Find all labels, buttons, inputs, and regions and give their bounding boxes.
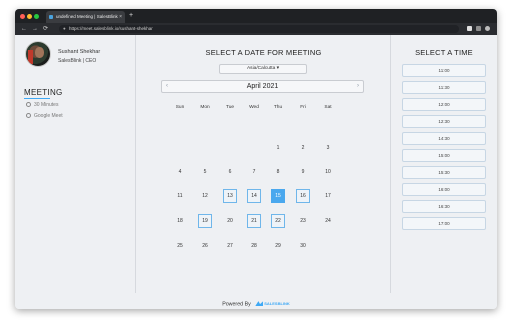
salesblink-logo[interactable]: SALESBLINK [255, 301, 290, 307]
host-title: SalesBlink | CEO [58, 58, 97, 64]
month-label: April 2021 [246, 83, 279, 90]
available-date[interactable]: 22 [271, 214, 285, 228]
profile-icon[interactable] [485, 26, 490, 31]
extension-icon[interactable] [467, 26, 472, 31]
calendar-date: 8 [276, 169, 280, 175]
powered-by-label: Powered By [222, 301, 251, 308]
booking-page: Sushant Shekhar SalesBlink | CEO MEETING… [15, 35, 497, 309]
time-slot-button[interactable]: 15:30 [402, 166, 486, 179]
extension-icon[interactable] [476, 26, 481, 31]
calendar-date: 25 [177, 243, 183, 249]
timezone-value: Asia/Calcutta [246, 66, 276, 71]
duration-label: 30 Minutes [34, 102, 59, 108]
next-month-button[interactable]: › [354, 83, 362, 89]
location-row: Google Meet [26, 113, 63, 119]
calendar-date: 12 [202, 193, 208, 199]
calendar-date: 2 [301, 145, 305, 151]
address-bar-url: https://meet.salesblink.io/sushant-shekh… [69, 26, 153, 31]
powered-by-footer: Powered By SALESBLINK [15, 301, 497, 307]
minimize-window-button[interactable] [27, 14, 32, 19]
time-slot-button[interactable]: 12:30 [402, 115, 486, 128]
calendar-date: 1 [276, 145, 280, 151]
weekday-label: Mon [200, 105, 210, 110]
calendar-date: 26 [202, 243, 208, 249]
calendar-date: 28 [251, 243, 257, 249]
weekday-label: Fri [300, 105, 306, 110]
avatar [25, 41, 51, 67]
close-window-button[interactable] [20, 14, 25, 19]
calendar-panel: SELECT A DATE FOR MEETING Asia/Calcutta … [136, 35, 391, 293]
calendar-date: 29 [275, 243, 281, 249]
available-date[interactable]: 19 [198, 214, 212, 228]
weekday-label: Sat [324, 105, 332, 110]
timezone-select[interactable]: Asia/Calcutta ▾ [219, 64, 307, 74]
calendar-date: 27 [227, 243, 233, 249]
calendar-date: 6 [228, 169, 232, 175]
favicon-icon [49, 15, 53, 19]
calendar-date: 20 [227, 218, 233, 224]
time-slot-button[interactable]: 12:00 [402, 98, 486, 111]
time-slot-button[interactable]: 17:00 [402, 217, 486, 230]
available-date[interactable]: 14 [247, 189, 261, 203]
available-date[interactable]: 16 [296, 189, 310, 203]
tab-title: undefined Meeting | SalesBlink [56, 14, 118, 19]
calendar-date: 3 [326, 145, 330, 151]
location-icon [26, 113, 31, 119]
time-heading: SELECT A TIME [415, 48, 473, 57]
host-name: Sushant Shekhar [58, 49, 101, 55]
reload-icon[interactable]: ⟳ [43, 25, 48, 33]
divider [24, 98, 50, 99]
calendar-date: 23 [300, 218, 306, 224]
weekday-label: Sun [175, 105, 185, 110]
calendar-date: 18 [177, 218, 183, 224]
clock-icon [26, 102, 31, 108]
calendar-date: 30 [300, 243, 306, 249]
brand-name: SALESBLINK [264, 301, 290, 307]
month-navigator: ‹ April 2021 › [161, 80, 364, 93]
chevron-down-icon: ▾ [276, 66, 280, 71]
address-bar[interactable]: ● https://meet.salesblink.io/sushant-she… [59, 25, 459, 33]
time-slot-button[interactable]: 16:30 [402, 200, 486, 213]
time-slot-button[interactable]: 16:00 [402, 183, 486, 196]
location-label: Google Meet [34, 113, 63, 119]
calendar-date: 7 [252, 169, 256, 175]
time-panel: SELECT A TIME 11:00 11:30 12:00 12:30 14:30 1… [391, 35, 497, 293]
weekday-label: Tue [225, 105, 235, 110]
weekday-label: Thu [273, 105, 283, 110]
time-slot-button[interactable]: 15:00 [402, 149, 486, 162]
calendar-date: 17 [325, 193, 331, 199]
back-icon[interactable]: ← [21, 25, 27, 33]
forward-icon[interactable]: → [32, 25, 38, 33]
host-panel: Sushant Shekhar SalesBlink | CEO MEETING… [15, 35, 136, 293]
calendar-date: 10 [325, 169, 331, 175]
selected-date[interactable]: 15 [271, 189, 285, 203]
lock-icon: ● [63, 26, 66, 31]
available-date[interactable]: 21 [247, 214, 261, 228]
weekday-label: Wed [249, 105, 259, 110]
tab-close-icon[interactable]: × [119, 11, 122, 23]
salesblink-logo-icon [255, 301, 264, 307]
maximize-window-button[interactable] [34, 14, 39, 19]
time-slot-button[interactable]: 11:00 [402, 64, 486, 77]
calendar-date: 11 [177, 193, 183, 199]
browser-window: undefined Meeting | SalesBlink × + ← → ⟳… [15, 9, 497, 309]
calendar-date: 5 [203, 169, 207, 175]
available-date[interactable]: 13 [223, 189, 237, 203]
calendar-heading: SELECT A DATE FOR MEETING [205, 48, 322, 57]
time-slot-button[interactable]: 11:30 [402, 81, 486, 94]
calendar-date: 24 [325, 218, 331, 224]
duration-row: 30 Minutes [26, 102, 58, 108]
time-slot-button[interactable]: 14:30 [402, 132, 486, 145]
event-title: MEETING [24, 88, 63, 97]
calendar-date: 9 [301, 169, 305, 175]
tab-bar: undefined Meeting | SalesBlink × + [15, 9, 497, 23]
new-tab-button[interactable]: + [129, 11, 133, 21]
browser-tab[interactable]: undefined Meeting | SalesBlink × [46, 11, 125, 23]
browser-toolbar: ← → ⟳ ● https://meet.salesblink.io/susha… [15, 23, 497, 35]
calendar-date: 4 [178, 169, 182, 175]
